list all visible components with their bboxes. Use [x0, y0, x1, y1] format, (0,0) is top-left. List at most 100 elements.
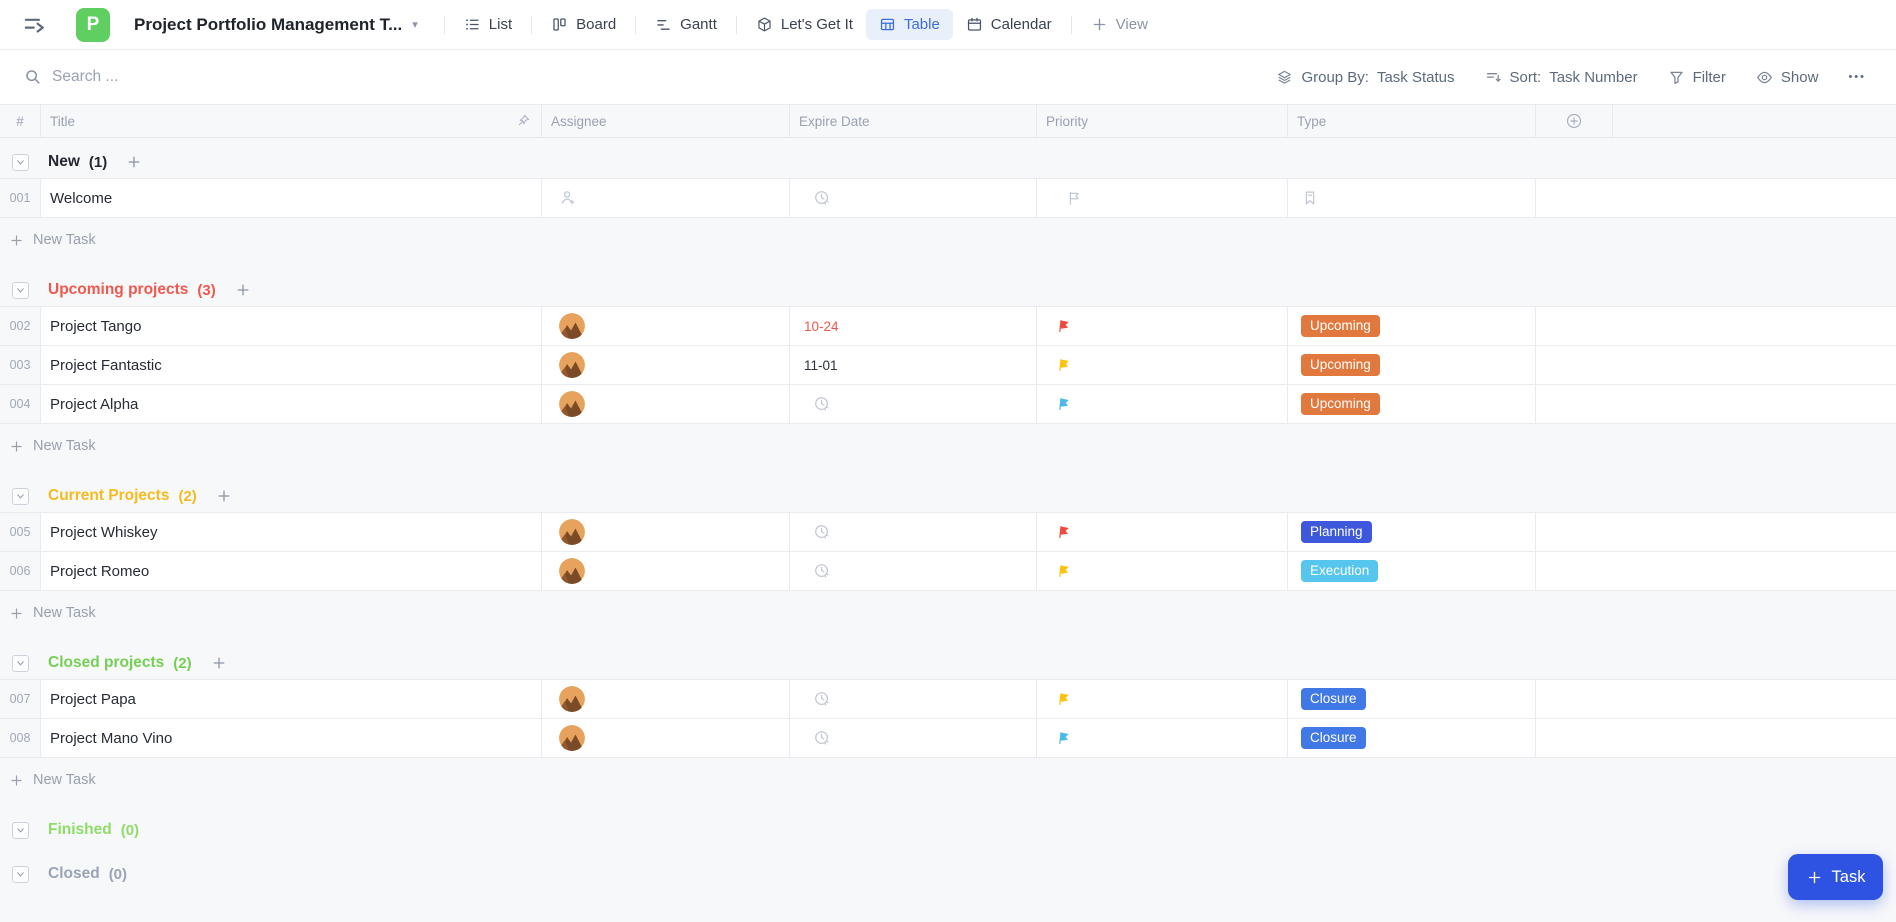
column-header-expire-date[interactable]: Expire Date — [790, 105, 1037, 137]
set-type-bookmark-icon[interactable] — [1301, 189, 1319, 207]
expire-date-cell[interactable] — [790, 552, 1037, 590]
expire-date-cell[interactable]: 10-24 — [790, 307, 1037, 345]
priority-cell[interactable] — [1037, 680, 1288, 718]
expire-date-cell[interactable] — [790, 719, 1037, 757]
type-cell[interactable]: Upcoming — [1288, 385, 1536, 423]
task-title[interactable]: Project Mano Vino — [41, 719, 542, 757]
new-task-button[interactable]: New Task — [0, 758, 1896, 802]
column-header-type[interactable]: Type — [1288, 105, 1536, 137]
set-date-clock-icon[interactable] — [813, 562, 831, 580]
assignee-cell[interactable] — [542, 307, 790, 345]
assignee-cell[interactable] — [542, 346, 790, 384]
assignee-avatar[interactable] — [559, 313, 585, 339]
group-name[interactable]: Current Projects — [48, 487, 169, 505]
tab-lets-get-it[interactable]: Let's Get It — [743, 9, 866, 40]
priority-flag-icon[interactable] — [1056, 357, 1072, 373]
group-name[interactable]: Upcoming projects — [48, 281, 188, 299]
group-collapse-toggle[interactable] — [12, 153, 29, 171]
tab-board[interactable]: Board — [538, 9, 629, 40]
type-cell[interactable]: Closure — [1288, 680, 1536, 718]
set-date-clock-icon[interactable] — [813, 729, 831, 747]
type-badge[interactable]: Upcoming — [1301, 393, 1380, 415]
priority-flag-icon[interactable] — [1056, 318, 1072, 334]
new-task-button[interactable]: New Task — [0, 424, 1896, 468]
group-name[interactable]: New — [48, 153, 80, 171]
task-title[interactable]: Welcome — [41, 179, 542, 217]
task-title[interactable]: Project Tango — [41, 307, 542, 345]
type-cell[interactable]: Planning — [1288, 513, 1536, 551]
task-title[interactable]: Project Romeo — [41, 552, 542, 590]
more-options-button[interactable]: ••• — [1848, 71, 1866, 83]
expire-date-cell[interactable]: 11-01 — [790, 346, 1037, 384]
priority-flag-icon[interactable] — [1056, 730, 1072, 746]
expire-date-value[interactable]: 10-24 — [804, 319, 839, 334]
group-collapse-toggle[interactable] — [12, 281, 29, 299]
group-collapse-toggle[interactable] — [12, 865, 29, 883]
set-date-clock-icon[interactable] — [813, 523, 831, 541]
expire-date-cell[interactable] — [790, 179, 1037, 217]
priority-cell[interactable] — [1037, 719, 1288, 757]
show-control[interactable]: Show — [1756, 69, 1818, 86]
set-date-clock-icon[interactable] — [813, 690, 831, 708]
assignee-cell[interactable] — [542, 513, 790, 551]
assignee-avatar[interactable] — [559, 725, 585, 751]
group-add-task-icon[interactable] — [216, 488, 232, 504]
priority-cell[interactable] — [1037, 552, 1288, 590]
type-cell[interactable]: Upcoming — [1288, 307, 1536, 345]
type-badge[interactable]: Closure — [1301, 688, 1366, 710]
add-view-button[interactable]: View — [1078, 9, 1161, 40]
type-badge[interactable]: Upcoming — [1301, 354, 1380, 376]
column-header-title[interactable]: Title — [41, 105, 542, 137]
assignee-avatar[interactable] — [559, 686, 585, 712]
group-add-task-icon[interactable] — [211, 655, 227, 671]
column-header-num[interactable]: # — [0, 105, 41, 137]
new-task-button[interactable]: New Task — [0, 591, 1896, 635]
group-name[interactable]: Closed projects — [48, 654, 164, 672]
set-date-clock-icon[interactable] — [813, 395, 831, 413]
type-badge[interactable]: Execution — [1301, 560, 1379, 582]
type-badge[interactable]: Planning — [1301, 521, 1372, 543]
assignee-cell[interactable] — [542, 680, 790, 718]
sort-control[interactable]: Sort: Task Number — [1485, 69, 1638, 86]
task-title[interactable]: Project Alpha — [41, 385, 542, 423]
group-add-task-icon[interactable] — [235, 282, 251, 298]
group-name[interactable]: Closed — [48, 865, 100, 883]
type-badge[interactable]: Upcoming — [1301, 315, 1380, 337]
expire-date-cell[interactable] — [790, 680, 1037, 718]
task-title[interactable]: Project Whiskey — [41, 513, 542, 551]
assignee-avatar[interactable] — [559, 558, 585, 584]
set-priority-flag-icon[interactable] — [1065, 189, 1083, 207]
column-header-priority[interactable]: Priority — [1037, 105, 1288, 137]
type-badge[interactable]: Closure — [1301, 727, 1366, 749]
priority-cell[interactable] — [1037, 307, 1288, 345]
assignee-avatar[interactable] — [559, 519, 585, 545]
add-column-button[interactable] — [1536, 105, 1613, 137]
task-title[interactable]: Project Fantastic — [41, 346, 542, 384]
group-collapse-toggle[interactable] — [12, 821, 29, 839]
assignee-cell[interactable] — [542, 385, 790, 423]
search-input[interactable]: Search ... — [24, 68, 1246, 86]
set-date-clock-icon[interactable] — [813, 189, 831, 207]
new-task-button[interactable]: New Task — [0, 218, 1896, 262]
group-add-task-icon[interactable] — [126, 154, 142, 170]
project-title-dropdown[interactable]: Project Portfolio Management T... ▾ — [134, 15, 418, 35]
priority-flag-icon[interactable] — [1056, 691, 1072, 707]
tab-calendar[interactable]: Calendar — [953, 9, 1065, 40]
assignee-avatar[interactable] — [559, 352, 585, 378]
type-cell[interactable] — [1288, 179, 1536, 217]
project-logo[interactable]: P — [76, 7, 110, 42]
type-cell[interactable]: Closure — [1288, 719, 1536, 757]
assignee-cell[interactable] — [542, 179, 790, 217]
group-by-control[interactable]: Group By: Task Status — [1276, 69, 1455, 86]
assignee-cell[interactable] — [542, 552, 790, 590]
filter-control[interactable]: Filter — [1668, 69, 1726, 86]
priority-cell[interactable] — [1037, 179, 1288, 217]
group-collapse-toggle[interactable] — [12, 654, 29, 672]
add-assignee-icon[interactable] — [559, 189, 577, 207]
priority-cell[interactable] — [1037, 346, 1288, 384]
task-title[interactable]: Project Papa — [41, 680, 542, 718]
expire-date-cell[interactable] — [790, 385, 1037, 423]
tab-table[interactable]: Table — [865, 9, 953, 40]
assignee-avatar[interactable] — [559, 391, 585, 417]
assignee-cell[interactable] — [542, 719, 790, 757]
